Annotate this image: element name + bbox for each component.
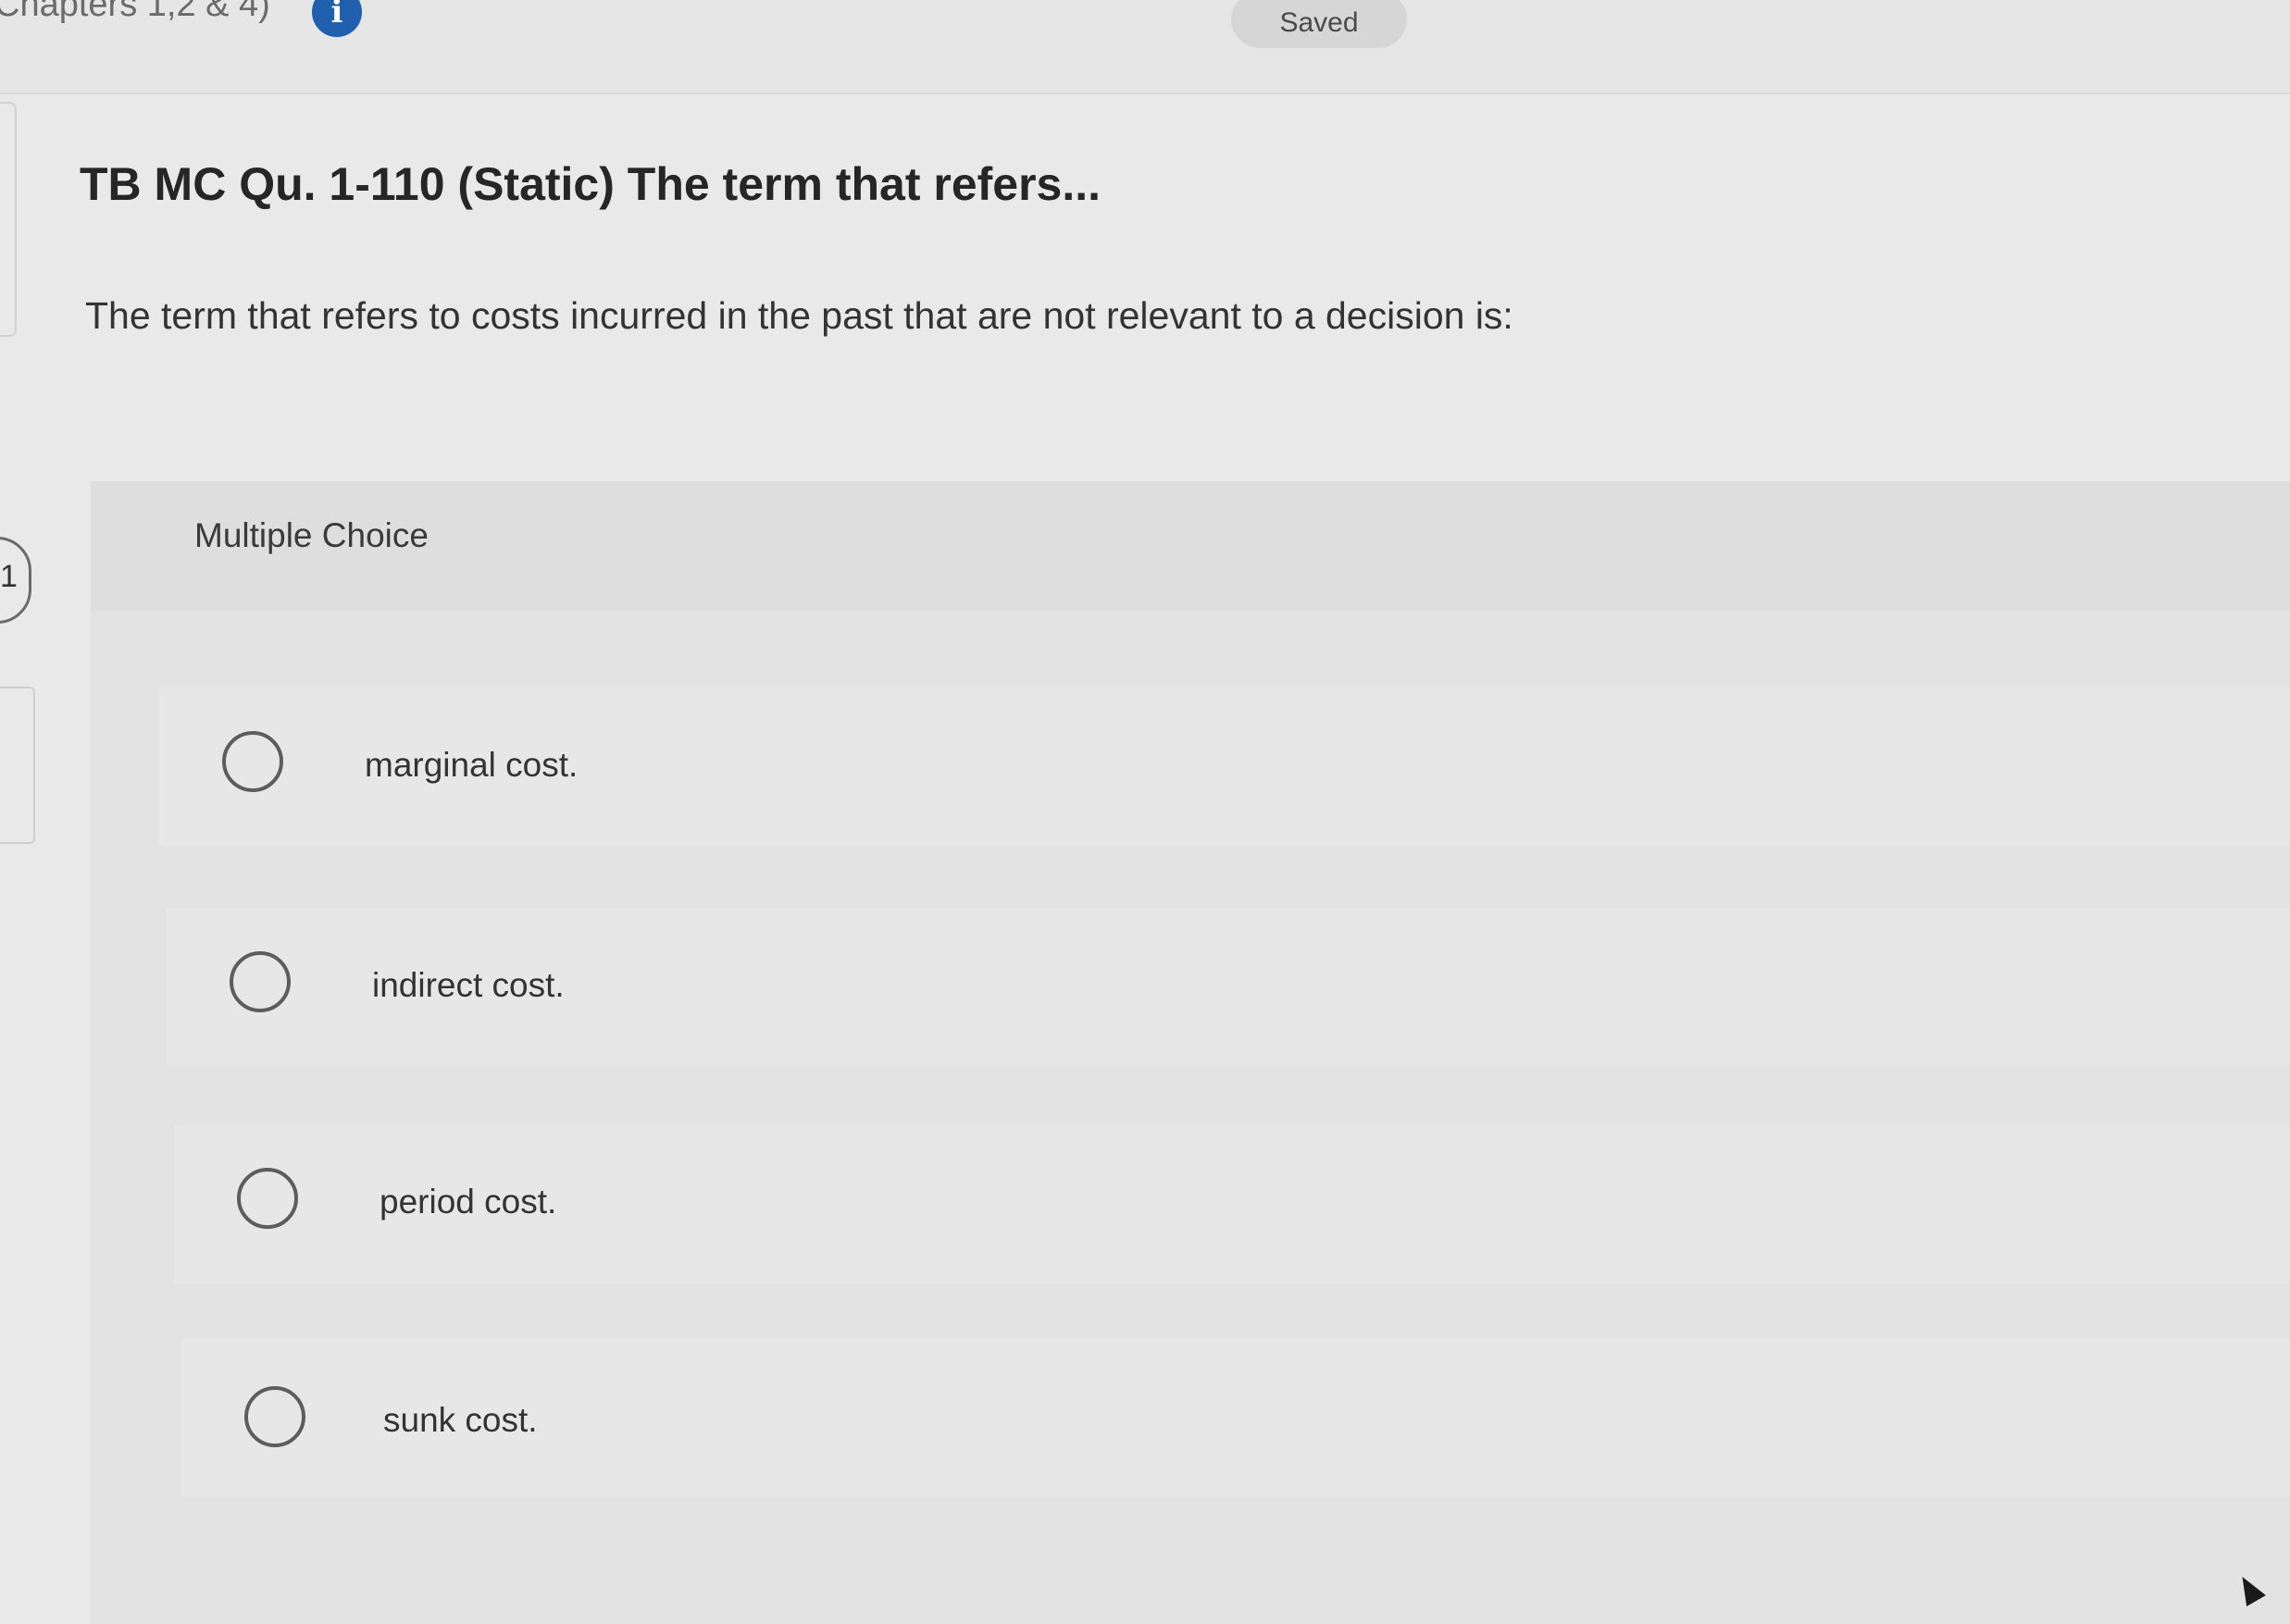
saved-status-badge: Saved	[1231, 0, 1407, 48]
choice-option-indirect-cost[interactable]: indirect cost.	[167, 907, 2290, 1066]
question-prompt: The term that refers to costs incurred i…	[85, 294, 1513, 337]
radio-button[interactable]	[222, 731, 283, 792]
radio-button[interactable]	[244, 1386, 305, 1447]
side-panel-frame-lower	[0, 687, 35, 844]
choice-option-sunk-cost[interactable]: sunk cost.	[181, 1338, 2290, 1497]
choice-label[interactable]: indirect cost.	[372, 966, 565, 1005]
question-title: TB MC Qu. 1-110 (Static) The term that r…	[80, 158, 1101, 210]
radio-button[interactable]	[237, 1168, 298, 1229]
choice-label[interactable]: sunk cost.	[383, 1401, 538, 1440]
info-icon[interactable]: i	[312, 0, 362, 37]
question-nav-number: 1	[0, 559, 18, 594]
choice-option-period-cost[interactable]: period cost.	[174, 1125, 2290, 1284]
choice-label[interactable]: marginal cost.	[365, 746, 578, 785]
assignment-title: Chapters 1,2 & 4)	[0, 0, 270, 24]
side-panel-frame	[0, 102, 17, 337]
choice-label[interactable]: period cost.	[380, 1183, 556, 1221]
top-bar: Chapters 1,2 & 4) i Saved	[0, 0, 2290, 94]
choice-option-marginal-cost[interactable]: marginal cost.	[159, 687, 2290, 846]
multiple-choice-label: Multiple Choice	[194, 516, 429, 554]
radio-button[interactable]	[230, 951, 291, 1012]
